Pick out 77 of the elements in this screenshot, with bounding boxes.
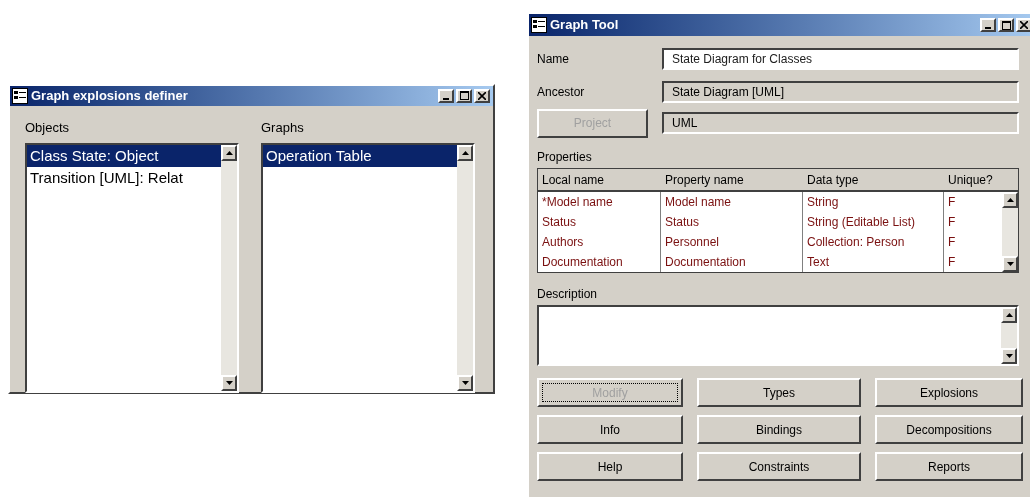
dialog-button[interactable]: Bindings: [697, 415, 861, 444]
column-header[interactable]: Property name: [661, 170, 803, 189]
table-cell: Authors: [538, 232, 661, 252]
column-header[interactable]: Data type: [803, 170, 944, 189]
maximize-icon: [1001, 20, 1011, 30]
description-field[interactable]: [537, 305, 1019, 366]
table-cell-text: F: [947, 254, 957, 271]
dialog-button[interactable]: Constraints: [697, 452, 861, 481]
minimize-button[interactable]: [980, 18, 996, 32]
list-label: Graphs: [261, 118, 305, 137]
scroll-down-button[interactable]: [1001, 348, 1017, 364]
table-cell-text: F: [947, 234, 957, 251]
table-cell-text: F: [947, 194, 957, 211]
close-button[interactable]: [474, 88, 490, 103]
down-arrow-icon: [225, 381, 233, 385]
list-label: Objects: [25, 118, 71, 137]
scroll-down-button[interactable]: [221, 375, 237, 391]
window-title: Graph explosions definer: [31, 87, 188, 105]
minimize-icon: [443, 97, 449, 100]
column-header[interactable]: Local name: [538, 170, 661, 189]
minimize-button[interactable]: [438, 88, 454, 103]
table-cell-text: F: [947, 214, 957, 231]
dialog-button[interactable]: Decompositions: [875, 415, 1023, 444]
readonly-field: UML: [662, 112, 1019, 134]
close-button[interactable]: [1016, 18, 1030, 32]
scrollbar[interactable]: [1002, 192, 1018, 272]
table-cell: *Model name: [538, 192, 661, 212]
scroll-down-button[interactable]: [457, 375, 473, 391]
scroll-down-button[interactable]: [1002, 256, 1018, 272]
window-title: Graph Tool: [550, 16, 619, 35]
scroll-up-button[interactable]: [457, 145, 473, 161]
close-icon: [1020, 21, 1028, 29]
section-label: Description: [537, 286, 599, 303]
up-arrow-icon: [1006, 198, 1014, 202]
table-cell: Status: [538, 212, 661, 232]
list-item[interactable]: Operation Table: [263, 145, 457, 167]
down-arrow-icon: [461, 381, 469, 385]
dialog-button[interactable]: Types: [697, 378, 861, 407]
close-icon: [478, 91, 486, 100]
list-item[interactable]: Transition [UML]: Relat: [27, 167, 221, 189]
column-header[interactable]: Unique?: [944, 170, 1018, 189]
table-cell: Text: [803, 252, 944, 272]
input-field[interactable]: State Diagram for Classes: [662, 48, 1019, 70]
scrollbar[interactable]: [457, 145, 473, 391]
dialog-button[interactable]: Explosions: [875, 378, 1023, 407]
table-cell: String: [803, 192, 944, 212]
minimize-icon: [985, 27, 991, 29]
up-arrow-icon: [461, 151, 469, 155]
app-icon: [12, 87, 28, 104]
list-item[interactable]: Class State: Object: [27, 145, 221, 167]
maximize-button[interactable]: [456, 88, 472, 103]
readonly-field: State Diagram [UML]: [662, 81, 1019, 103]
scrollbar[interactable]: [1001, 307, 1017, 364]
table-cell: Documentation: [661, 252, 803, 272]
app-icon: [531, 17, 547, 33]
down-arrow-icon: [1006, 262, 1014, 266]
table-cell: Model name: [661, 192, 803, 212]
up-arrow-icon: [1005, 313, 1013, 317]
table-cell: String (Editable List): [803, 212, 944, 232]
table-cell: Status: [661, 212, 803, 232]
maximize-button[interactable]: [998, 18, 1014, 32]
dialog-button[interactable]: Info: [537, 415, 683, 444]
table-cell: Documentation: [538, 252, 661, 272]
field-label: Ancestor: [537, 84, 586, 101]
table-cell: Personnel: [661, 232, 803, 252]
scrollbar[interactable]: [221, 145, 237, 391]
up-arrow-icon: [225, 151, 233, 155]
section-label: Properties: [537, 149, 593, 166]
scroll-up-button[interactable]: [1001, 307, 1017, 323]
dialog-button[interactable]: Help: [537, 452, 683, 481]
table-cell: Collection: Person: [803, 232, 944, 252]
field-label: Name: [537, 51, 570, 68]
down-arrow-icon: [1005, 354, 1013, 358]
scroll-up-button[interactable]: [1002, 192, 1018, 208]
dialog-button[interactable]: Reports: [875, 452, 1023, 481]
scroll-up-button[interactable]: [221, 145, 237, 161]
maximize-icon: [459, 91, 469, 101]
